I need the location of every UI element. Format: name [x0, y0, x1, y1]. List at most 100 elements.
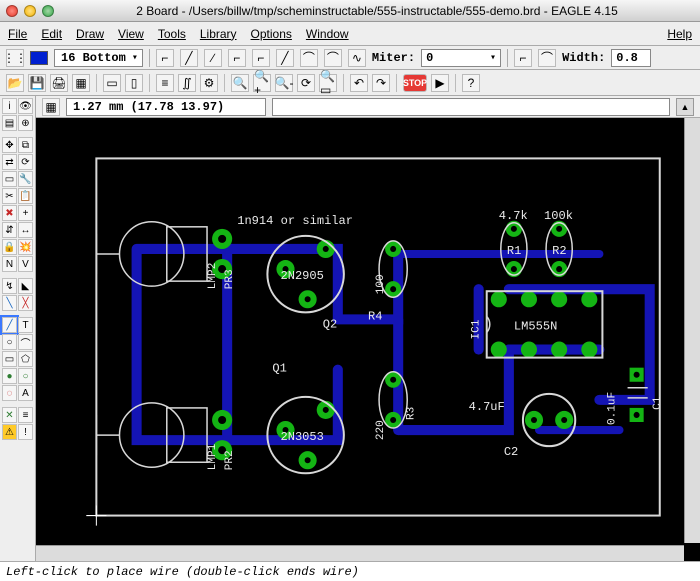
miter-sharp-icon[interactable]: ⌐ [514, 49, 532, 67]
width-input[interactable]: 0.8 [611, 49, 651, 67]
origin-marker [86, 506, 106, 526]
wire-bend-3[interactable]: ⌐ [228, 49, 246, 67]
attribute-tool[interactable]: A [18, 385, 33, 401]
menu-help[interactable]: Help [667, 27, 692, 41]
r3-name: R3 [405, 407, 417, 420]
sheet-icon[interactable]: ▯ [125, 74, 143, 92]
menu-options[interactable]: Options [251, 27, 292, 41]
wire-bend-2[interactable]: ∕ [204, 49, 222, 67]
rotate-tool[interactable]: ⟳ [18, 154, 33, 170]
value-tool[interactable]: V [18, 256, 33, 272]
cam-icon[interactable]: ▦ [72, 74, 90, 92]
miter-input[interactable]: 0 ▾ [421, 49, 501, 67]
cut-tool[interactable]: ✂ [2, 188, 17, 204]
command-input[interactable] [272, 98, 670, 116]
board-schematic-icon[interactable]: ▭ [103, 74, 121, 92]
grid-dots-icon[interactable]: ⋮⋮ [6, 49, 24, 67]
open-icon[interactable]: 📂 [6, 74, 24, 92]
wire-bend-6[interactable]: ⌒ [300, 49, 318, 67]
arc-tool[interactable]: ⌒ [18, 334, 33, 350]
smash-tool[interactable]: 💥 [18, 239, 33, 255]
show-tool[interactable]: 👁 [18, 98, 33, 114]
mark-tool[interactable]: ⊕ [18, 115, 33, 131]
mirror-tool[interactable]: ⇄ [2, 154, 17, 170]
window-minimize-button[interactable] [24, 5, 36, 17]
ripup-tool[interactable]: ╳ [18, 295, 33, 311]
split-tool[interactable]: ↯ [2, 278, 17, 294]
menu-tools[interactable]: Tools [158, 27, 186, 41]
add-tool[interactable]: + [18, 205, 33, 221]
layer-select[interactable]: 16 Bottom ▾ [54, 49, 143, 67]
wire-bend-0[interactable]: ⌐ [156, 49, 174, 67]
ratsnest-tool[interactable]: ✕ [2, 407, 17, 423]
route-tool[interactable]: ╲ [2, 295, 17, 311]
copy-tool[interactable]: ⧉ [18, 137, 33, 153]
lmp2-label: LMP2 [207, 263, 219, 290]
layer-swatch[interactable] [30, 51, 48, 65]
display-tool[interactable]: ▤ [2, 115, 17, 131]
board-canvas[interactable]: 1n914 or similar 2N2905 Q2 Q1 2N3053 LMP… [36, 118, 700, 561]
menu-library[interactable]: Library [200, 27, 237, 41]
q2-part: 2N2905 [280, 269, 323, 283]
erc-tool[interactable]: ⚠ [2, 424, 17, 440]
menu-window[interactable]: Window [306, 27, 349, 41]
move-tool[interactable]: ✥ [2, 137, 17, 153]
save-icon[interactable]: 💾 [28, 74, 46, 92]
window-close-button[interactable] [6, 5, 18, 17]
auto-tool[interactable]: ≡ [18, 407, 33, 423]
r2-name: R2 [552, 244, 566, 258]
group-tool[interactable]: ▭ [2, 171, 17, 187]
zoom-out-icon[interactable]: 🔍- [275, 74, 293, 92]
text-tool[interactable]: T [18, 317, 33, 333]
via-tool[interactable]: ● [2, 368, 17, 384]
menu-draw[interactable]: Draw [76, 27, 104, 41]
chevron-down-icon: ▾ [490, 52, 496, 64]
name-tool[interactable]: N [2, 256, 17, 272]
wire-bend-1[interactable]: ╱ [180, 49, 198, 67]
wire-tool[interactable]: ╱ [2, 317, 17, 333]
print-icon[interactable]: 🖨 [50, 74, 68, 92]
redo-icon[interactable]: ↷ [372, 74, 390, 92]
info-tool[interactable]: i [2, 98, 17, 114]
zoom-in-icon[interactable]: 🔍+ [253, 74, 271, 92]
menu-file[interactable]: File [8, 27, 27, 41]
polygon-tool[interactable]: ⬠ [18, 351, 33, 367]
wire-bend-4[interactable]: ⌐ [252, 49, 270, 67]
miter-value: 0 [426, 51, 433, 65]
stop-icon[interactable]: STOP [403, 74, 427, 92]
undo-icon[interactable]: ↶ [350, 74, 368, 92]
vertical-scrollbar[interactable] [684, 118, 700, 543]
pinswap-tool[interactable]: ⇵ [2, 222, 17, 238]
zoom-select-icon[interactable]: 🔍▭ [319, 74, 337, 92]
replace-tool[interactable]: ↔ [18, 222, 33, 238]
change-tool[interactable]: 🔧 [18, 171, 33, 187]
ulp-icon[interactable]: ⚙ [200, 74, 218, 92]
hole-tool[interactable]: ◌ [2, 385, 17, 401]
rect-tool[interactable]: ▭ [2, 351, 17, 367]
miter-tool[interactable]: ◣ [18, 278, 33, 294]
paste-tool[interactable]: 📋 [18, 188, 33, 204]
help-icon[interactable]: ? [462, 74, 480, 92]
zoom-fit-icon[interactable]: 🔍 [231, 74, 249, 92]
zoom-redraw-icon[interactable]: ⟳ [297, 74, 315, 92]
coordinate-bar: ▦ 1.27 mm (17.78 13.97) ▲ [36, 96, 700, 118]
delete-tool[interactable]: ✖ [2, 205, 17, 221]
lock-tool[interactable]: 🔒 [2, 239, 17, 255]
menu-view[interactable]: View [118, 27, 144, 41]
wire-bend-8[interactable]: ∿ [348, 49, 366, 67]
use-library-icon[interactable]: ≡ [156, 74, 174, 92]
wire-bend-7[interactable]: ⌒ [324, 49, 342, 67]
errors-tool[interactable]: ! [18, 424, 33, 440]
circle-tool[interactable]: ○ [2, 334, 17, 350]
horizontal-scrollbar[interactable] [36, 545, 684, 561]
menu-edit[interactable]: Edit [41, 27, 62, 41]
wire-bend-5[interactable]: ╱ [276, 49, 294, 67]
script-icon[interactable]: ∬ [178, 74, 196, 92]
go-icon[interactable]: ▶ [431, 74, 449, 92]
miter-round-icon[interactable]: ⌒ [538, 49, 556, 67]
window-zoom-button[interactable] [42, 5, 54, 17]
grid-toggle[interactable]: ▦ [42, 98, 60, 116]
c2-val: 4.7uF [469, 400, 505, 414]
history-up[interactable]: ▲ [676, 98, 694, 116]
signal-tool[interactable]: ○ [18, 368, 33, 384]
